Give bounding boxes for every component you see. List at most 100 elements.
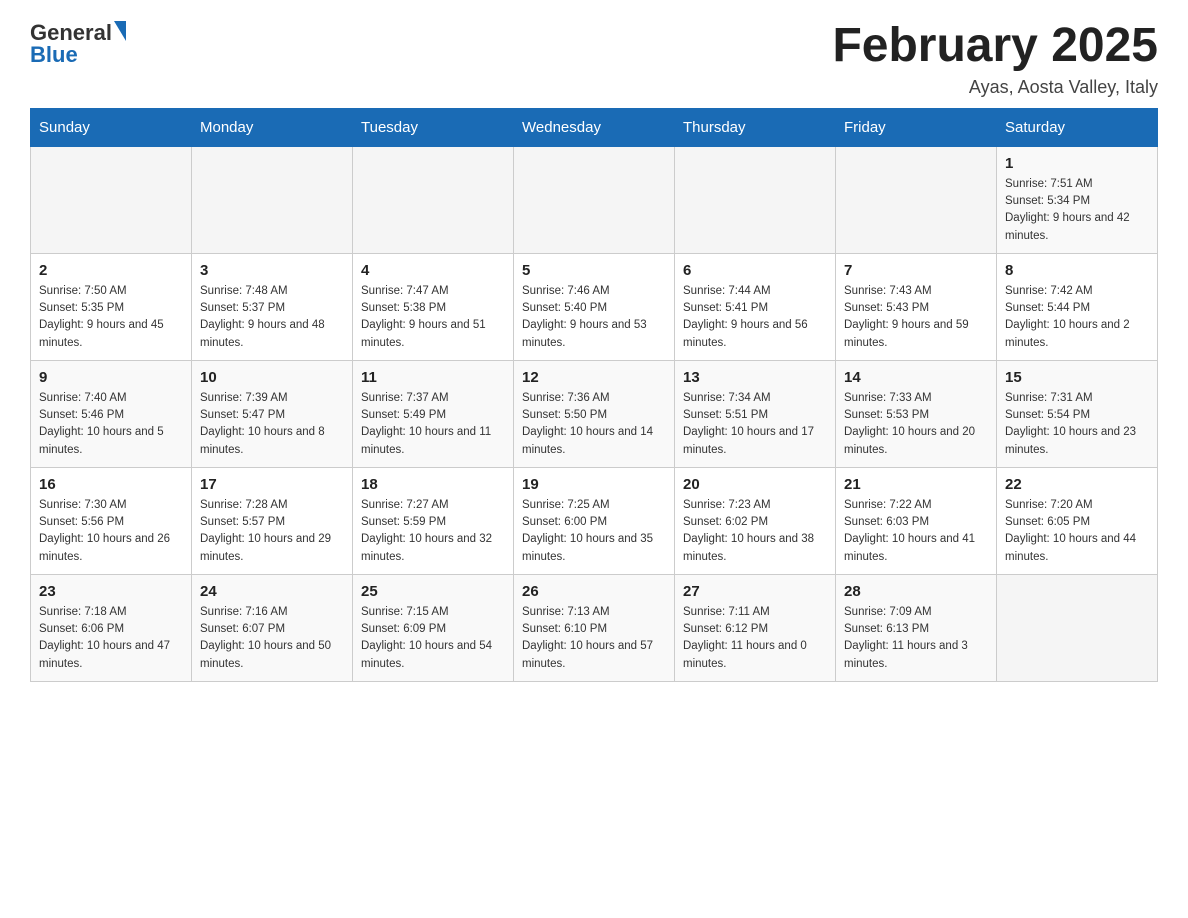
day-info: Sunrise: 7:50 AMSunset: 5:35 PMDaylight:… xyxy=(39,283,183,352)
calendar-cell: 4 Sunrise: 7:47 AMSunset: 5:38 PMDaylight… xyxy=(353,253,514,360)
day-info: Sunrise: 7:25 AMSunset: 6:00 PMDaylight:… xyxy=(522,497,666,566)
calendar-cell: 25Sunrise: 7:15 AMSunset: 6:09 PMDayligh… xyxy=(353,574,514,681)
day-number: 7 xyxy=(844,262,988,279)
calendar-cell: 5 Sunrise: 7:46 AMSunset: 5:40 PMDaylight… xyxy=(514,253,675,360)
day-number: 11 xyxy=(361,369,505,386)
day-info: Sunrise: 7:13 AMSunset: 6:10 PMDaylight:… xyxy=(522,604,666,673)
day-info: Sunrise: 7:51 AMSunset: 5:34 PMDaylight:… xyxy=(1005,176,1149,245)
week-row-5: 23 Sunrise: 7:18 AMSunset: 6:06 PMDayligh… xyxy=(31,574,1158,681)
weekday-header-sunday: Sunday xyxy=(31,108,192,146)
calendar-cell: 11 Sunrise: 7:37 AMSunset: 5:49 PMDayligh… xyxy=(353,360,514,467)
weekday-header-friday: Friday xyxy=(836,108,997,146)
day-number: 27 xyxy=(683,583,827,600)
calendar-cell xyxy=(997,574,1158,681)
day-number: 8 xyxy=(1005,262,1149,279)
calendar-cell xyxy=(31,146,192,253)
weekday-header-wednesday: Wednesday xyxy=(514,108,675,146)
day-info: Sunrise: 7:31 AMSunset: 5:54 PMDaylight:… xyxy=(1005,390,1149,459)
weekday-header-row: SundayMondayTuesdayWednesdayThursdayFrid… xyxy=(31,108,1158,146)
day-number: 18 xyxy=(361,476,505,493)
weekday-header-saturday: Saturday xyxy=(997,108,1158,146)
calendar-cell: 3Sunrise: 7:48 AMSunset: 5:37 PMDaylight… xyxy=(192,253,353,360)
calendar-cell: 8Sunrise: 7:42 AMSunset: 5:44 PMDaylight… xyxy=(997,253,1158,360)
day-info: Sunrise: 7:47 AMSunset: 5:38 PMDaylight:… xyxy=(361,283,505,352)
day-number: 9 xyxy=(39,369,183,386)
week-row-2: 2 Sunrise: 7:50 AMSunset: 5:35 PMDaylight… xyxy=(31,253,1158,360)
calendar-cell: 18 Sunrise: 7:27 AMSunset: 5:59 PMDayligh… xyxy=(353,467,514,574)
calendar-cell: 9 Sunrise: 7:40 AMSunset: 5:46 PMDaylight… xyxy=(31,360,192,467)
calendar-title: February 2025 xyxy=(832,20,1158,73)
calendar-cell: 6Sunrise: 7:44 AMSunset: 5:41 PMDaylight… xyxy=(675,253,836,360)
calendar-cell: 23 Sunrise: 7:18 AMSunset: 6:06 PMDayligh… xyxy=(31,574,192,681)
day-number: 4 xyxy=(361,262,505,279)
week-row-3: 9 Sunrise: 7:40 AMSunset: 5:46 PMDaylight… xyxy=(31,360,1158,467)
day-info: Sunrise: 7:18 AMSunset: 6:06 PMDaylight:… xyxy=(39,604,183,673)
day-number: 17 xyxy=(200,476,344,493)
day-info: Sunrise: 7:11 AMSunset: 6:12 PMDaylight:… xyxy=(683,604,827,673)
day-number: 20 xyxy=(683,476,827,493)
calendar-cell: 17 Sunrise: 7:28 AMSunset: 5:57 PMDayligh… xyxy=(192,467,353,574)
day-number: 6 xyxy=(683,262,827,279)
day-number: 12 xyxy=(522,369,666,386)
day-number: 10 xyxy=(200,369,344,386)
calendar-table: SundayMondayTuesdayWednesdayThursdayFrid… xyxy=(30,108,1158,682)
week-row-1: 1Sunrise: 7:51 AMSunset: 5:34 PMDaylight… xyxy=(31,146,1158,253)
day-info: Sunrise: 7:36 AMSunset: 5:50 PMDaylight:… xyxy=(522,390,666,459)
title-section: February 2025 Ayas, Aosta Valley, Italy xyxy=(832,20,1158,98)
calendar-cell xyxy=(353,146,514,253)
day-info: Sunrise: 7:20 AMSunset: 6:05 PMDaylight:… xyxy=(1005,497,1149,566)
calendar-cell: 15 Sunrise: 7:31 AMSunset: 5:54 PMDayligh… xyxy=(997,360,1158,467)
calendar-cell: 2 Sunrise: 7:50 AMSunset: 5:35 PMDaylight… xyxy=(31,253,192,360)
day-number: 26 xyxy=(522,583,666,600)
calendar-cell: 12 Sunrise: 7:36 AMSunset: 5:50 PMDayligh… xyxy=(514,360,675,467)
calendar-cell: 10Sunrise: 7:39 AMSunset: 5:47 PMDayligh… xyxy=(192,360,353,467)
day-info: Sunrise: 7:28 AMSunset: 5:57 PMDaylight:… xyxy=(200,497,344,566)
calendar-cell: 16 Sunrise: 7:30 AMSunset: 5:56 PMDayligh… xyxy=(31,467,192,574)
day-info: Sunrise: 7:16 AMSunset: 6:07 PMDaylight:… xyxy=(200,604,344,673)
calendar-cell: 26 Sunrise: 7:13 AMSunset: 6:10 PMDayligh… xyxy=(514,574,675,681)
day-info: Sunrise: 7:23 AMSunset: 6:02 PMDaylight:… xyxy=(683,497,827,566)
day-number: 15 xyxy=(1005,369,1149,386)
calendar-cell: 7 Sunrise: 7:43 AMSunset: 5:43 PMDaylight… xyxy=(836,253,997,360)
day-info: Sunrise: 7:40 AMSunset: 5:46 PMDaylight:… xyxy=(39,390,183,459)
calendar-cell: 20 Sunrise: 7:23 AMSunset: 6:02 PMDayligh… xyxy=(675,467,836,574)
day-info: Sunrise: 7:33 AMSunset: 5:53 PMDaylight:… xyxy=(844,390,988,459)
day-info: Sunrise: 7:34 AMSunset: 5:51 PMDaylight:… xyxy=(683,390,827,459)
calendar-cell: 22 Sunrise: 7:20 AMSunset: 6:05 PMDayligh… xyxy=(997,467,1158,574)
calendar-cell xyxy=(675,146,836,253)
calendar-cell xyxy=(836,146,997,253)
day-number: 5 xyxy=(522,262,666,279)
calendar-cell: 19 Sunrise: 7:25 AMSunset: 6:00 PMDayligh… xyxy=(514,467,675,574)
calendar-cell: 28Sunrise: 7:09 AMSunset: 6:13 PMDayligh… xyxy=(836,574,997,681)
day-number: 13 xyxy=(683,369,827,386)
day-info: Sunrise: 7:22 AMSunset: 6:03 PMDaylight:… xyxy=(844,497,988,566)
day-number: 14 xyxy=(844,369,988,386)
day-number: 25 xyxy=(361,583,505,600)
day-number: 19 xyxy=(522,476,666,493)
day-number: 22 xyxy=(1005,476,1149,493)
day-info: Sunrise: 7:43 AMSunset: 5:43 PMDaylight:… xyxy=(844,283,988,352)
day-info: Sunrise: 7:30 AMSunset: 5:56 PMDaylight:… xyxy=(39,497,183,566)
day-info: Sunrise: 7:48 AMSunset: 5:37 PMDaylight:… xyxy=(200,283,344,352)
calendar-cell: 21 Sunrise: 7:22 AMSunset: 6:03 PMDayligh… xyxy=(836,467,997,574)
day-number: 23 xyxy=(39,583,183,600)
calendar-cell xyxy=(192,146,353,253)
logo-blue-text: Blue xyxy=(30,42,126,68)
day-number: 24 xyxy=(200,583,344,600)
logo: General Blue xyxy=(30,20,126,68)
day-number: 21 xyxy=(844,476,988,493)
day-number: 16 xyxy=(39,476,183,493)
calendar-cell: 27 Sunrise: 7:11 AMSunset: 6:12 PMDayligh… xyxy=(675,574,836,681)
day-info: Sunrise: 7:27 AMSunset: 5:59 PMDaylight:… xyxy=(361,497,505,566)
calendar-cell xyxy=(514,146,675,253)
calendar-cell: 1Sunrise: 7:51 AMSunset: 5:34 PMDaylight… xyxy=(997,146,1158,253)
calendar-subtitle: Ayas, Aosta Valley, Italy xyxy=(832,77,1158,98)
weekday-header-tuesday: Tuesday xyxy=(353,108,514,146)
page-header: General Blue February 2025 Ayas, Aosta V… xyxy=(30,20,1158,98)
day-info: Sunrise: 7:09 AMSunset: 6:13 PMDaylight:… xyxy=(844,604,988,673)
week-row-4: 16 Sunrise: 7:30 AMSunset: 5:56 PMDayligh… xyxy=(31,467,1158,574)
day-number: 2 xyxy=(39,262,183,279)
day-info: Sunrise: 7:37 AMSunset: 5:49 PMDaylight:… xyxy=(361,390,505,459)
weekday-header-monday: Monday xyxy=(192,108,353,146)
day-info: Sunrise: 7:46 AMSunset: 5:40 PMDaylight:… xyxy=(522,283,666,352)
